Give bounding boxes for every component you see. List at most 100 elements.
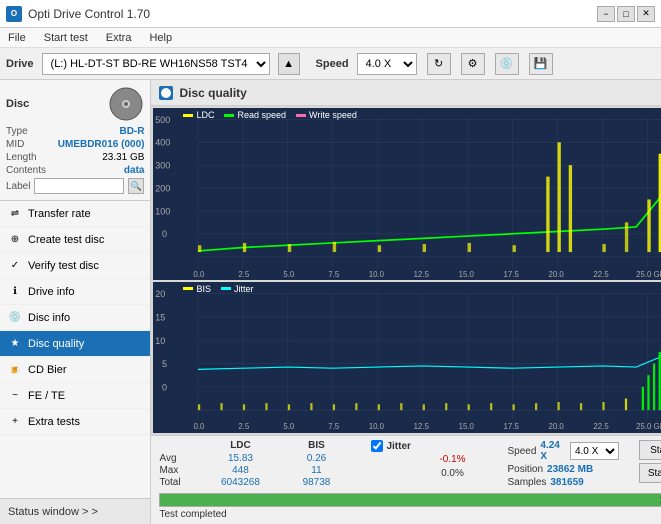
jitter-color: [221, 287, 231, 290]
drive-info-icon: ℹ: [8, 285, 22, 299]
read-speed-color: [224, 114, 234, 117]
svg-text:12.5: 12.5: [414, 421, 430, 430]
max-ldc-val: 448: [205, 465, 275, 476]
stats-row: LDC BIS Avg 15.83 0.26 Max 448 11 Tota: [159, 440, 661, 489]
svg-text:17.5: 17.5: [504, 421, 520, 430]
speed-key: Speed: [507, 446, 536, 457]
total-bis-val: 98738: [281, 477, 351, 488]
svg-text:17.5: 17.5: [504, 270, 520, 279]
sidebar-item-cd-bier[interactable]: 🍺 CD Bier: [0, 357, 150, 383]
avg-row: Avg 15.83 0.26: [159, 453, 351, 464]
svg-text:0: 0: [162, 229, 167, 239]
bis-col-header: BIS: [281, 440, 351, 451]
sidebar-item-disc-info[interactable]: 💿 Disc info: [0, 305, 150, 331]
titlebar: O Opti Drive Control 1.70 − □ ✕: [0, 0, 661, 28]
speed-select[interactable]: 4.0 X: [357, 53, 417, 75]
max-bis-val: 11: [281, 465, 351, 476]
svg-text:300: 300: [156, 161, 171, 171]
fe-te-icon: ~: [8, 389, 22, 403]
total-ldc-val: 6043268: [205, 477, 275, 488]
position-key: Position: [507, 464, 543, 475]
avg-label: Avg: [159, 453, 199, 464]
svg-text:5.0: 5.0: [284, 270, 296, 279]
position-row: Position 23862 MB: [507, 464, 618, 475]
samples-row: Samples 381659: [507, 477, 618, 488]
jitter-checkbox[interactable]: [371, 440, 383, 452]
jitter-label-legend: Jitter: [234, 284, 254, 294]
maximize-button[interactable]: □: [617, 6, 635, 22]
blank-label: [159, 440, 199, 451]
disc-quality-header-icon: [159, 86, 173, 100]
disc-mid-val: UMEBDR016 (000): [58, 139, 145, 150]
create-test-disc-label: Create test disc: [28, 234, 104, 246]
disc-type-val: BD-R: [119, 126, 144, 137]
svg-text:15.0: 15.0: [459, 270, 475, 279]
jitter-avg-val: -0.1%: [417, 454, 487, 465]
legend-ldc: LDC: [183, 110, 214, 120]
menu-start-test[interactable]: Start test: [40, 31, 92, 45]
sidebar-item-fe-te[interactable]: ~ FE / TE: [0, 383, 150, 409]
drive-select[interactable]: (L:) HL-DT-ST BD-RE WH16NS58 TST4: [42, 53, 270, 75]
drive-label: Drive: [6, 58, 34, 70]
sidebar-item-create-test-disc[interactable]: ⊕ Create test disc: [0, 227, 150, 253]
speed-select-small[interactable]: 4.0 X: [570, 442, 619, 460]
sidebar-item-disc-quality[interactable]: ★ Disc quality: [0, 331, 150, 357]
avg-bis-val: 0.26: [281, 453, 351, 464]
disc-quality-label: Disc quality: [28, 338, 84, 350]
jitter-stats: Jitter -0.1% 0.0%: [371, 440, 487, 480]
svg-text:2.5: 2.5: [239, 421, 250, 430]
sidebar-item-extra-tests[interactable]: + Extra tests: [0, 409, 150, 435]
top-chart: LDC Read speed Write speed: [153, 108, 661, 280]
legend-read-speed: Read speed: [224, 110, 286, 120]
cd-bier-label: CD Bier: [28, 364, 67, 376]
disc-type-row: Type BD-R: [6, 126, 144, 137]
sidebar-item-drive-info[interactable]: ℹ Drive info: [0, 279, 150, 305]
svg-text:0.0: 0.0: [194, 421, 205, 430]
read-speed-label: Read speed: [237, 110, 286, 120]
write-speed-label: Write speed: [309, 110, 357, 120]
verify-test-disc-icon: ✓: [8, 259, 22, 273]
speed-stats: Speed 4.24 X 4.0 X Position 23862 MB Sam…: [507, 440, 618, 488]
disc-label-input[interactable]: [34, 178, 124, 194]
disc-info-icon: 💿: [8, 311, 22, 325]
max-row: Max 448 11: [159, 465, 351, 476]
refresh-icon[interactable]: ↻: [427, 53, 451, 75]
progress-bar-container: 100.0%: [159, 493, 661, 507]
jitter-avg-row: -0.1%: [371, 454, 487, 465]
bis-color: [183, 287, 193, 290]
svg-text:25.0 GB: 25.0 GB: [637, 421, 661, 430]
bottom-legend: BIS Jitter: [183, 284, 253, 294]
eject-icon[interactable]: ▲: [278, 53, 300, 75]
svg-text:5.0: 5.0: [284, 421, 295, 430]
ldc-label: LDC: [196, 110, 214, 120]
disc-icon[interactable]: 💿: [495, 53, 519, 75]
menu-help[interactable]: Help: [145, 31, 176, 45]
minimize-button[interactable]: −: [597, 6, 615, 22]
svg-text:12.5: 12.5: [414, 270, 430, 279]
sidebar-item-transfer-rate[interactable]: ⇌ Transfer rate: [0, 201, 150, 227]
status-window[interactable]: Status window > >: [0, 498, 150, 524]
menu-extra[interactable]: Extra: [102, 31, 136, 45]
save-icon[interactable]: 💾: [529, 53, 553, 75]
settings-icon[interactable]: ⚙: [461, 53, 485, 75]
speed-label: Speed: [316, 58, 349, 70]
top-legend: LDC Read speed Write speed: [183, 110, 356, 120]
jitter-max-val: 0.0%: [417, 468, 487, 479]
disc-label-btn[interactable]: 🔍: [128, 178, 144, 194]
speed-val: 4.24 X: [540, 440, 566, 462]
menu-file[interactable]: File: [4, 31, 30, 45]
svg-text:22.5: 22.5: [594, 270, 610, 279]
legend-write-speed: Write speed: [296, 110, 357, 120]
total-row: Total 6043268 98738: [159, 477, 351, 488]
verify-test-disc-label: Verify test disc: [28, 260, 99, 272]
menubar: File Start test Extra Help: [0, 28, 661, 48]
start-part-button[interactable]: Start part: [639, 463, 661, 483]
close-button[interactable]: ✕: [637, 6, 655, 22]
disc-svg-icon: [108, 86, 144, 122]
start-full-button[interactable]: Start full: [639, 440, 661, 460]
drive-info-label: Drive info: [28, 286, 74, 298]
bottom-chart-svg: 20 15 10 5 0 10% 8% 6% 4% 2% 0.0 2.5 5.0…: [153, 282, 661, 433]
sidebar-item-verify-test-disc[interactable]: ✓ Verify test disc: [0, 253, 150, 279]
stats-header: LDC BIS: [159, 440, 351, 451]
top-chart-svg: 500 400 300 200 100 0 18X 16X 14X 12X 10…: [153, 108, 661, 280]
